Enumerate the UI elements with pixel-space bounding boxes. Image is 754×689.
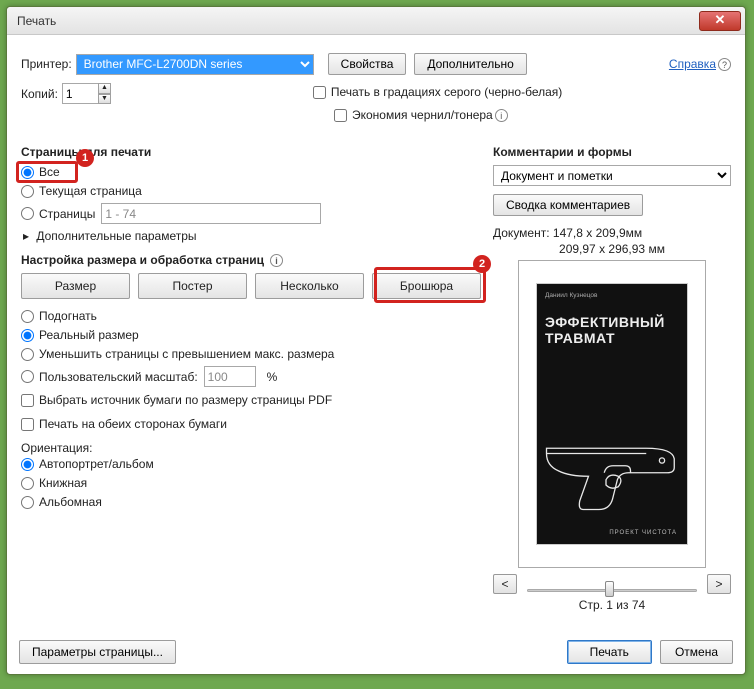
help-link[interactable]: Справка xyxy=(669,57,716,71)
print-button[interactable]: Печать xyxy=(567,640,652,664)
callout-2: 2 xyxy=(473,255,491,273)
info-icon[interactable]: i xyxy=(495,109,508,122)
economy-check[interactable]: Экономия чернил/тонера i xyxy=(334,108,508,122)
pages-all-radio[interactable]: Все xyxy=(21,165,481,179)
window-title: Печать xyxy=(17,14,699,28)
copies-up[interactable]: ▲ xyxy=(98,83,111,94)
duplex-check[interactable]: Печать на обеих сторонах бумаги xyxy=(21,417,481,431)
pages-current-radio[interactable]: Текущая страница xyxy=(21,184,481,198)
comments-select[interactable]: Документ и пометки xyxy=(493,165,731,186)
more-options-toggle[interactable]: Дополнительные параметры xyxy=(23,229,481,243)
page-indicator: Стр. 1 из 74 xyxy=(493,598,731,612)
comments-summary-button[interactable]: Сводка комментариев xyxy=(493,194,643,216)
copies-down[interactable]: ▼ xyxy=(98,94,111,105)
titlebar: Печать ✕ xyxy=(7,7,745,35)
orientation-portrait[interactable]: Книжная xyxy=(21,476,481,490)
printer-select[interactable]: Brother MFC-L2700DN series xyxy=(76,54,314,75)
size-button[interactable]: Размер xyxy=(21,273,130,299)
orientation-label: Ориентация: xyxy=(21,441,481,455)
poster-button[interactable]: Постер xyxy=(138,273,247,299)
fit-radio[interactable]: Подогнать xyxy=(21,309,481,323)
preview-next-button[interactable]: > xyxy=(707,574,731,594)
page-setup-button[interactable]: Параметры страницы... xyxy=(19,640,176,664)
help-icon[interactable]: ? xyxy=(718,58,731,71)
pages-range-input[interactable] xyxy=(101,203,321,224)
printer-label: Принтер: xyxy=(21,57,72,71)
copies-label: Копий: xyxy=(21,87,58,101)
preview-page: Даниил Кузнецов ЭФФЕКТИВНЫЙ ТРАВМАТ xyxy=(536,283,688,545)
document-size-label: Документ: 147,8 x 209,9мм xyxy=(493,226,731,240)
cancel-button[interactable]: Отмена xyxy=(660,640,733,664)
shrink-radio[interactable]: Уменьшить страницы с превышением макс. р… xyxy=(21,347,481,361)
paper-source-check[interactable]: Выбрать источник бумаги по размеру стран… xyxy=(21,393,481,407)
grayscale-checkbox[interactable] xyxy=(313,86,326,99)
sizing-section-title: Настройка размера и обработка страниц i xyxy=(21,253,481,267)
properties-button[interactable]: Свойства xyxy=(328,53,407,75)
paper-size-label: 209,97 x 296,93 мм xyxy=(493,242,731,256)
custom-scale-input[interactable] xyxy=(204,366,256,387)
advanced-button[interactable]: Дополнительно xyxy=(414,53,526,75)
close-button[interactable]: ✕ xyxy=(699,11,741,31)
orientation-auto[interactable]: Автопортрет/альбом xyxy=(21,457,481,471)
copies-input[interactable] xyxy=(62,83,98,104)
custom-scale-radio[interactable]: Пользовательский масштаб: % xyxy=(21,366,481,387)
booklet-button[interactable]: Брошюра xyxy=(372,273,481,299)
comments-section-title: Комментарии и формы xyxy=(493,145,731,159)
preview-slider[interactable] xyxy=(527,582,697,586)
callout-1: 1 xyxy=(76,149,94,167)
grayscale-check[interactable]: Печать в градациях серого (черно-белая) xyxy=(313,85,562,99)
pages-range-radio[interactable]: Страницы xyxy=(21,203,481,224)
preview-panel: Даниил Кузнецов ЭФФЕКТИВНЫЙ ТРАВМАТ xyxy=(518,260,706,568)
preview-prev-button[interactable]: < xyxy=(493,574,517,594)
multiple-button[interactable]: Несколько xyxy=(255,273,364,299)
orientation-landscape[interactable]: Альбомная xyxy=(21,495,481,509)
economy-checkbox[interactable] xyxy=(334,109,347,122)
pistol-icon xyxy=(543,429,683,517)
slider-knob[interactable] xyxy=(605,581,614,597)
real-size-radio[interactable]: Реальный размер xyxy=(21,328,481,342)
info-icon[interactable]: i xyxy=(270,254,283,267)
